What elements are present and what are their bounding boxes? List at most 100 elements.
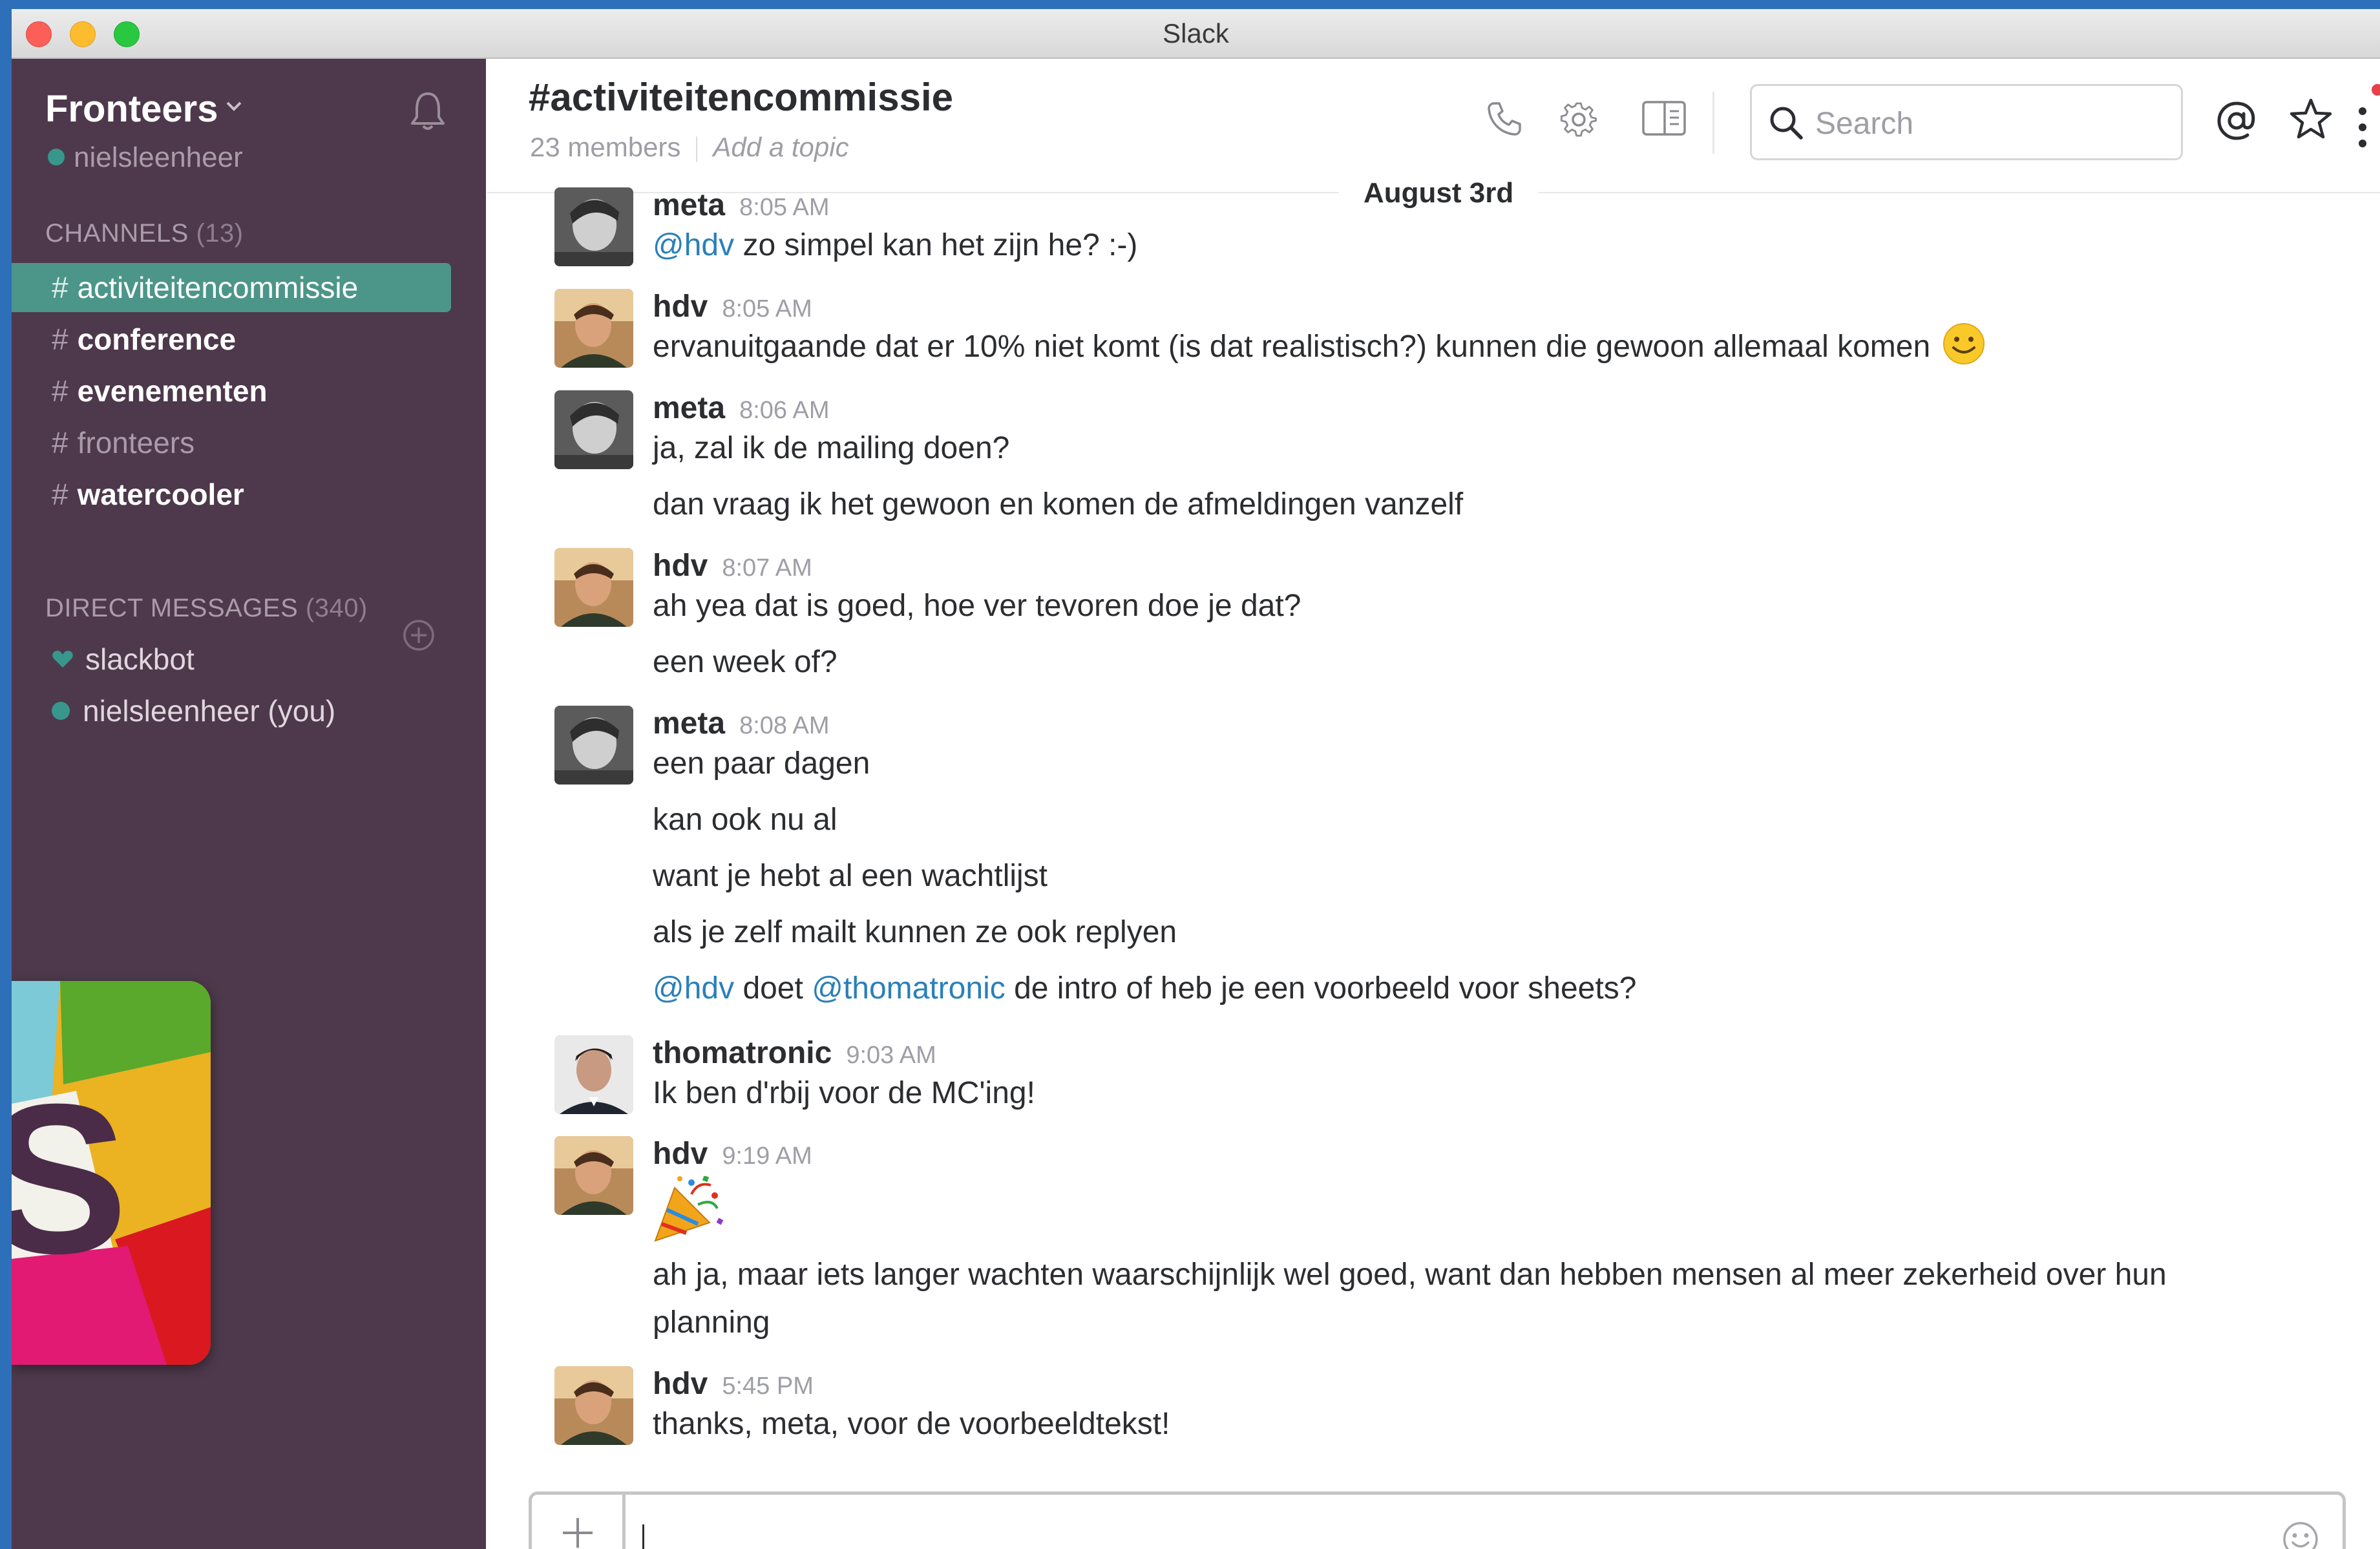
channel-name: evenementen: [77, 374, 268, 408]
search-box[interactable]: [1750, 84, 2183, 160]
message-text: ah yea dat is goed, hoe ver tevoren doe …: [653, 589, 1301, 623]
mention-link[interactable]: @thomatronic: [812, 971, 1006, 1006]
day-divider-label: August 3rd: [1339, 164, 1539, 222]
message-text: ah ja, maar iets langer wachten waarschi…: [653, 1258, 2167, 1340]
sidebar-item-activiteitencommissie[interactable]: # activiteitencommissie: [12, 263, 451, 312]
avatar[interactable]: [554, 187, 633, 266]
app-window: Slack Fronteers nielsleenheer CHANNELS (…: [12, 9, 2380, 1549]
sidebar-item-evenementen[interactable]: # evenementen: [12, 366, 451, 416]
sidebar-toggle-icon[interactable]: [1641, 100, 1687, 138]
sidebar-item-nielsleenheer[interactable]: nielsleenheer (you): [52, 693, 335, 728]
text-caret: [642, 1524, 644, 1549]
sidebar-item-fronteers[interactable]: # fronteers: [12, 418, 451, 467]
gear-icon[interactable]: [1559, 100, 1599, 140]
header-divider: [1712, 92, 1714, 154]
message-input[interactable]: [642, 1504, 2195, 1549]
window-title: Slack: [1163, 18, 1229, 48]
channel-meta: 23 members Add a topic: [530, 132, 849, 163]
presence-dot: [52, 701, 70, 720]
svg-text:S: S: [12, 1059, 128, 1298]
direct-messages-count: (340): [305, 594, 368, 622]
message-sender[interactable]: hdv 8:05 AM: [653, 289, 812, 324]
avatar[interactable]: [554, 1366, 633, 1445]
avatar[interactable]: [554, 390, 633, 469]
heart-icon: [52, 650, 73, 668]
channel-title[interactable]: #activiteitencommissie: [529, 75, 953, 120]
avatar[interactable]: [554, 289, 633, 368]
mention-link[interactable]: @hdv: [653, 971, 734, 1006]
channel-name: watercooler: [77, 478, 244, 511]
channel-name: fronteers: [77, 426, 195, 459]
chevron-down-icon[interactable]: [225, 99, 243, 113]
message-timestamp[interactable]: 8:05 AM: [739, 194, 829, 221]
message-list: August 3rd meta 8:05 AM @hdv zo simpel ka…: [487, 164, 2380, 1457]
smile-emoji-icon: [1943, 323, 1985, 365]
search-input[interactable]: [1814, 100, 2165, 147]
direct-messages-label: DIRECT MESSAGES: [45, 594, 299, 622]
sidebar-item-conference[interactable]: # conference: [12, 315, 451, 364]
message-sender[interactable]: meta 8:05 AM: [653, 187, 829, 223]
avatar[interactable]: [554, 706, 633, 785]
message-timestamp[interactable]: 9:03 AM: [846, 1042, 936, 1069]
add-circle-icon[interactable]: [402, 618, 436, 652]
dm-name: slackbot: [85, 642, 195, 676]
mention-link[interactable]: @hdv: [653, 228, 734, 262]
hash-icon: #: [52, 478, 68, 511]
message-timestamp[interactable]: 9:19 AM: [722, 1143, 812, 1170]
current-user[interactable]: nielsleenheer: [48, 142, 243, 174]
message-sender[interactable]: meta 8:06 AM: [653, 390, 829, 426]
message-text: een paar dagen: [653, 746, 870, 781]
add-topic-link[interactable]: Add a topic: [713, 132, 848, 162]
message-timestamp[interactable]: 8:07 AM: [722, 554, 812, 582]
mentions-icon[interactable]: [2215, 100, 2258, 142]
team-name[interactable]: Fronteers: [45, 87, 218, 131]
message-text: een week of?: [653, 645, 837, 679]
message-composer[interactable]: [529, 1491, 2346, 1549]
dm-name: nielsleenheer (you): [83, 694, 336, 728]
message-sender[interactable]: hdv 5:45 PM: [653, 1366, 814, 1402]
bell-icon[interactable]: [409, 90, 447, 132]
phone-icon[interactable]: [1485, 100, 1524, 138]
emoji-picker-icon[interactable]: [2282, 1521, 2319, 1549]
direct-messages-header[interactable]: DIRECT MESSAGES (340): [45, 594, 368, 623]
message-sender[interactable]: thomatronic 9:03 AM: [653, 1035, 936, 1071]
message-text: ervanuitgaande dat er 10% niet komt (is …: [653, 323, 1986, 366]
message-timestamp[interactable]: 8:05 AM: [722, 295, 812, 322]
message-text: dan vraag ik het gewoon en komen de afme…: [653, 487, 1464, 522]
title-bar: Slack: [12, 9, 2380, 59]
message-timestamp[interactable]: 8:08 AM: [739, 712, 829, 739]
avatar[interactable]: [554, 548, 633, 627]
sidebar-item-watercooler[interactable]: # watercooler: [12, 470, 451, 519]
message-text: als je zelf mailt kunnen ze ook replyen: [653, 915, 1177, 949]
channels-header[interactable]: CHANNELS (13): [45, 219, 244, 248]
notification-badge: [2372, 84, 2380, 96]
message-text: kan ook nu al: [653, 803, 837, 837]
message-timestamp[interactable]: 5:45 PM: [722, 1373, 814, 1400]
message-sender[interactable]: hdv 9:19 AM: [653, 1136, 812, 1172]
attach-button[interactable]: [532, 1495, 626, 1549]
hash-icon: #: [52, 374, 68, 408]
slack-logo-icon: S: [12, 981, 211, 1365]
hash-icon: #: [52, 322, 68, 356]
channels-header-label: CHANNELS: [45, 219, 189, 248]
avatar[interactable]: [554, 1136, 633, 1215]
hash-icon: #: [52, 426, 68, 459]
message-text: ja, zal ik de mailing doen?: [653, 431, 1010, 465]
channel-name: activiteitencommissie: [77, 271, 359, 304]
sidebar-item-slackbot[interactable]: slackbot: [52, 642, 195, 677]
channel-name: conference: [77, 322, 237, 356]
more-options-icon[interactable]: [2356, 105, 2369, 150]
message-text: @hdv doet @thomatronic de intro of heb j…: [653, 971, 1637, 1006]
message-text: Ik ben d'rbij voor de MC'ing!: [653, 1076, 1035, 1110]
current-user-name: nielsleenheer: [74, 142, 243, 173]
search-icon: [1770, 107, 1803, 140]
message-text: want je hebt al een wachtlijst: [653, 859, 1048, 893]
message-sender[interactable]: meta 8:08 AM: [653, 706, 829, 741]
message-timestamp[interactable]: 8:06 AM: [739, 397, 829, 424]
member-count[interactable]: 23 members: [530, 132, 680, 162]
party-popper-emoji-icon: [654, 1176, 724, 1242]
message-sender[interactable]: hdv 8:07 AM: [653, 548, 812, 584]
message-text: @hdv zo simpel kan het zijn he? :-): [653, 228, 1138, 262]
star-icon[interactable]: [2289, 97, 2333, 141]
avatar[interactable]: [554, 1035, 633, 1114]
